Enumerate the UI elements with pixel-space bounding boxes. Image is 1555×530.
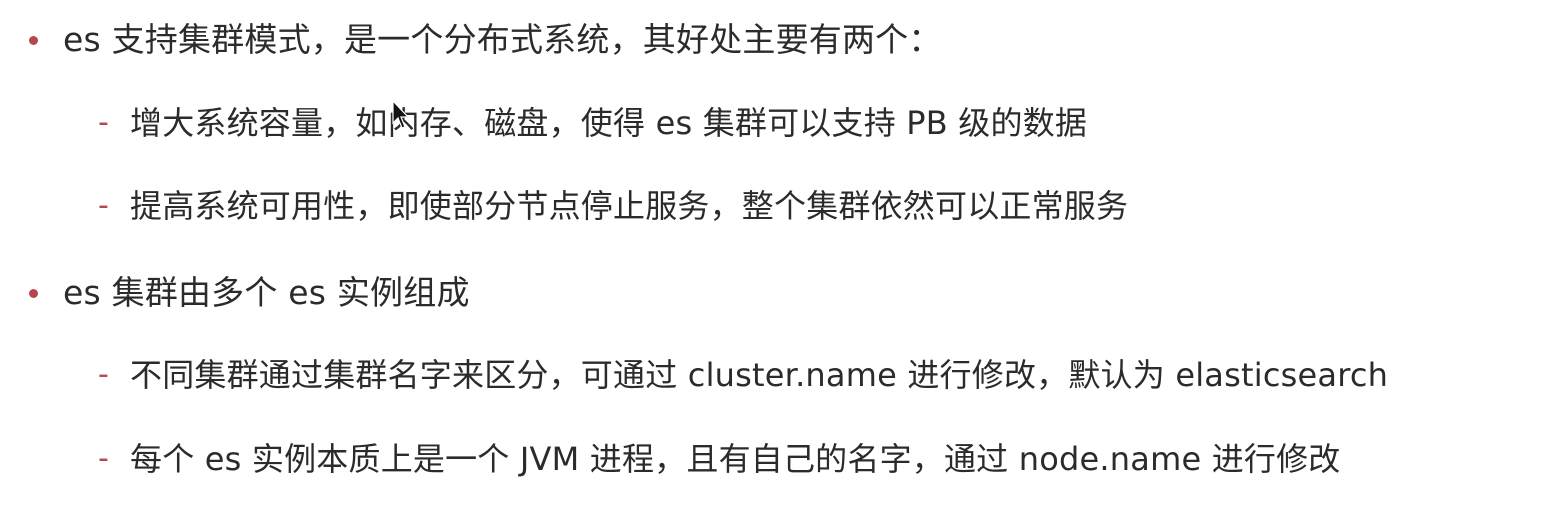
dash-marker: - bbox=[98, 105, 109, 140]
bullet-text: es 集群由多个 es 实例组成 bbox=[63, 273, 470, 312]
bullet-dot-icon bbox=[29, 36, 38, 45]
slide-content: es 支持集群模式，是一个分布式系统，其好处主要有两个： - 增大系统容量，如内… bbox=[0, 0, 1555, 530]
dash-marker: - bbox=[98, 441, 109, 476]
dash-marker: - bbox=[98, 357, 109, 392]
bullet-text: es 支持集群模式，是一个分布式系统，其好处主要有两个： bbox=[63, 20, 942, 59]
sub-bullet-text: 提高系统可用性，即使部分节点停止服务，整个集群依然可以正常服务 bbox=[130, 187, 1129, 225]
sub-bullet-text: 不同集群通过集群名字来区分，可通过 cluster.name 进行修改，默认为 … bbox=[130, 356, 1389, 394]
bullet-dot-icon bbox=[29, 289, 38, 298]
mouse-pointer-icon bbox=[392, 100, 410, 129]
dash-marker: - bbox=[98, 188, 109, 223]
sub-bullet-text: 每个 es 实例本质上是一个 JVM 进程，且有自己的名字，通过 node.na… bbox=[130, 440, 1341, 478]
sub-bullet-text: 增大系统容量，如内存、磁盘，使得 es 集群可以支持 PB 级的数据 bbox=[130, 104, 1088, 142]
